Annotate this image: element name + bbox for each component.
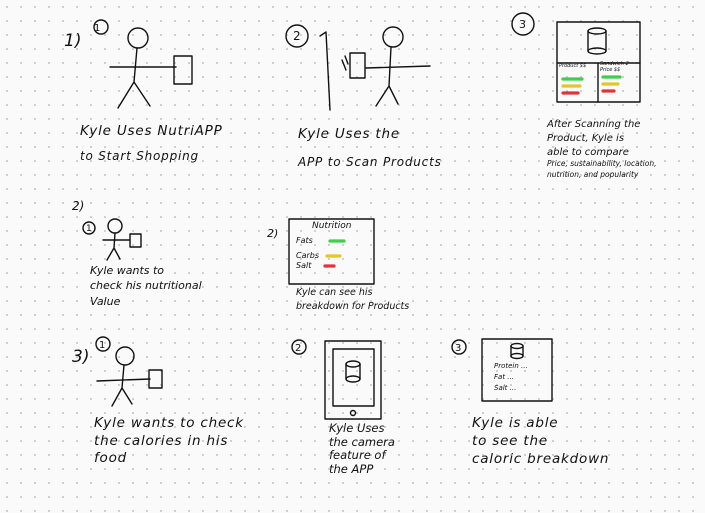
row3-panel2-caption: Kyle Uses the camera feature of the APP xyxy=(329,421,395,476)
storyboard-canvas: 1 2 3 1 1 2 3 1) Kyle Uses NutriAPP to S… xyxy=(0,0,705,513)
panel3-app-screen xyxy=(511,12,641,103)
row3-panel2-caption-line: the APP xyxy=(329,461,374,476)
nutrition-row-fats: Fats xyxy=(296,236,313,245)
row3-panel3-caption-line: caloric breakdown xyxy=(472,451,610,468)
nutrition-screen-title: Nutrition xyxy=(312,221,352,231)
row1-number: 1) xyxy=(64,31,82,51)
row2-panel1-caption: Kyle wants to check his nutritional Valu… xyxy=(90,263,280,309)
row3-panel2-phone-camera xyxy=(291,339,382,420)
row2-number: 2) xyxy=(72,199,85,213)
row2-panel2-caption-line: breakdown for Products xyxy=(296,300,410,312)
panel3-number-badge: 3 xyxy=(519,18,526,31)
row2-panel1-caption-line: Kyle wants to xyxy=(90,264,165,277)
row3-panel2-caption-line: the camera xyxy=(329,434,395,449)
calorie-screen-row: Fat ... xyxy=(494,372,514,381)
panel3-caption-line: nutrition, and popularity xyxy=(547,169,639,179)
row3-panel1-caption: Kyle wants to check the calories in his … xyxy=(94,415,274,468)
calorie-screen-rows: Protein ... Fat ... Salt ... xyxy=(494,361,528,394)
row2-panel1-caption-line: check his nutritional xyxy=(90,279,202,293)
panel3-caption-line: After Scanning the xyxy=(547,119,641,130)
panel1-caption-line1: Kyle Uses NutriAPP xyxy=(80,123,223,139)
panel1-number-badge: 1 xyxy=(94,23,100,34)
calorie-screen-row: Salt ... xyxy=(494,383,517,392)
row3-panel2-caption-line: feature of xyxy=(329,448,386,463)
row3-panel3-caption-line: Kyle is able xyxy=(472,415,559,431)
row3-number: 3) xyxy=(72,347,90,367)
row2-panel2-caption: Kyle can see his breakdown for Products xyxy=(296,286,409,314)
panel3-caption-line: Price, sustainability, location, xyxy=(547,159,657,169)
row2-panel2-number: 2) xyxy=(267,227,279,240)
row3-panel3-number-badge: 3 xyxy=(455,343,461,354)
calorie-screen-row: Protein ... xyxy=(494,362,528,370)
panel3-screen-label-left: Product $$ xyxy=(559,63,587,69)
row2-panel1-number-badge: 1 xyxy=(86,224,92,234)
row3-panel1-number-badge: 1 xyxy=(99,340,105,351)
row3-panel2-caption-line: Kyle Uses xyxy=(329,421,385,435)
panel3-caption-line: able to compare xyxy=(547,146,629,158)
panel3-caption-line: Product, Kyle is xyxy=(547,132,625,144)
row2-panel1-caption-line: Value xyxy=(90,294,121,308)
nutrition-row-salt: Salt xyxy=(296,261,312,270)
row3-panel1-caption-line: Kyle wants to check xyxy=(94,415,244,431)
panel2-stick-figure xyxy=(285,24,431,111)
panel2-caption-line2: APP to Scan Products xyxy=(298,155,442,169)
row3-panel1-caption-line: food xyxy=(94,450,128,467)
row2-panel2-caption-line: Kyle can see his xyxy=(296,287,373,298)
row3-panel3-caption-line: to see the xyxy=(472,433,548,450)
panel2-caption-line1: Kyle Uses the xyxy=(298,126,400,142)
row3-panel2-number-badge: 2 xyxy=(295,343,301,354)
panel3-caption: After Scanning the Product, Kyle is able… xyxy=(547,118,656,180)
row3-panel1-stick-figure xyxy=(95,336,163,407)
panel2-number-badge: 2 xyxy=(293,29,301,43)
row3-panel1-caption-line: the calories in his xyxy=(94,432,229,449)
panel1-stick-figure xyxy=(93,19,193,109)
panel3-screen-label-right: Sandwich 2 Price $$ xyxy=(600,61,629,73)
row3-panel3-caption: Kyle is able to see the caloric breakdow… xyxy=(472,414,652,469)
panel1-caption-line2: to Start Shopping xyxy=(80,149,199,163)
